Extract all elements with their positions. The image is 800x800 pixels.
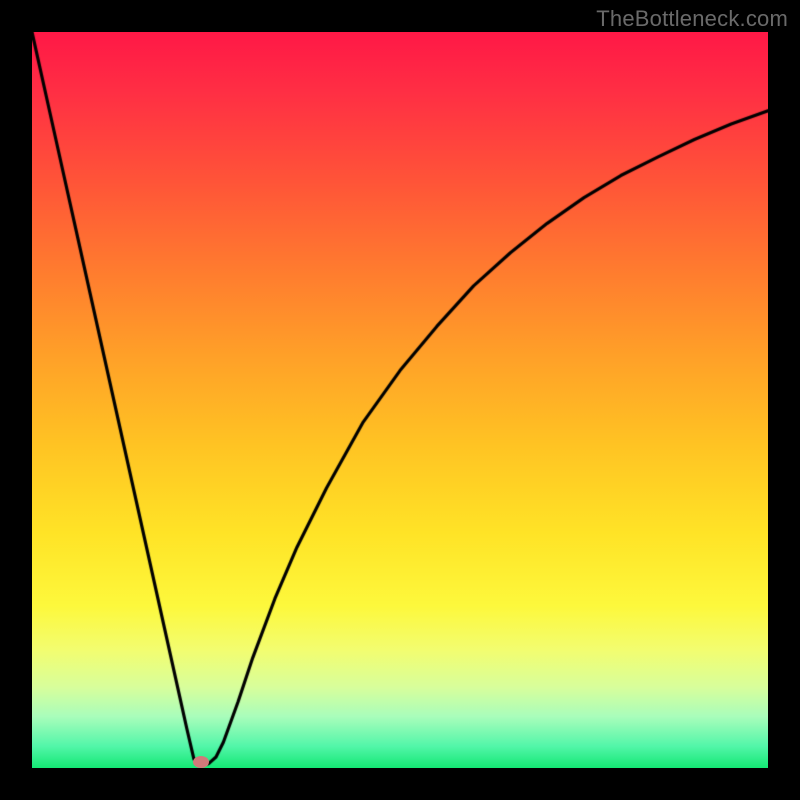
- chart-frame: TheBottleneck.com: [0, 0, 800, 800]
- plot-area: [32, 32, 768, 768]
- optimum-marker: [193, 756, 209, 768]
- bottleneck-curve: [32, 32, 768, 768]
- watermark-label: TheBottleneck.com: [596, 6, 788, 32]
